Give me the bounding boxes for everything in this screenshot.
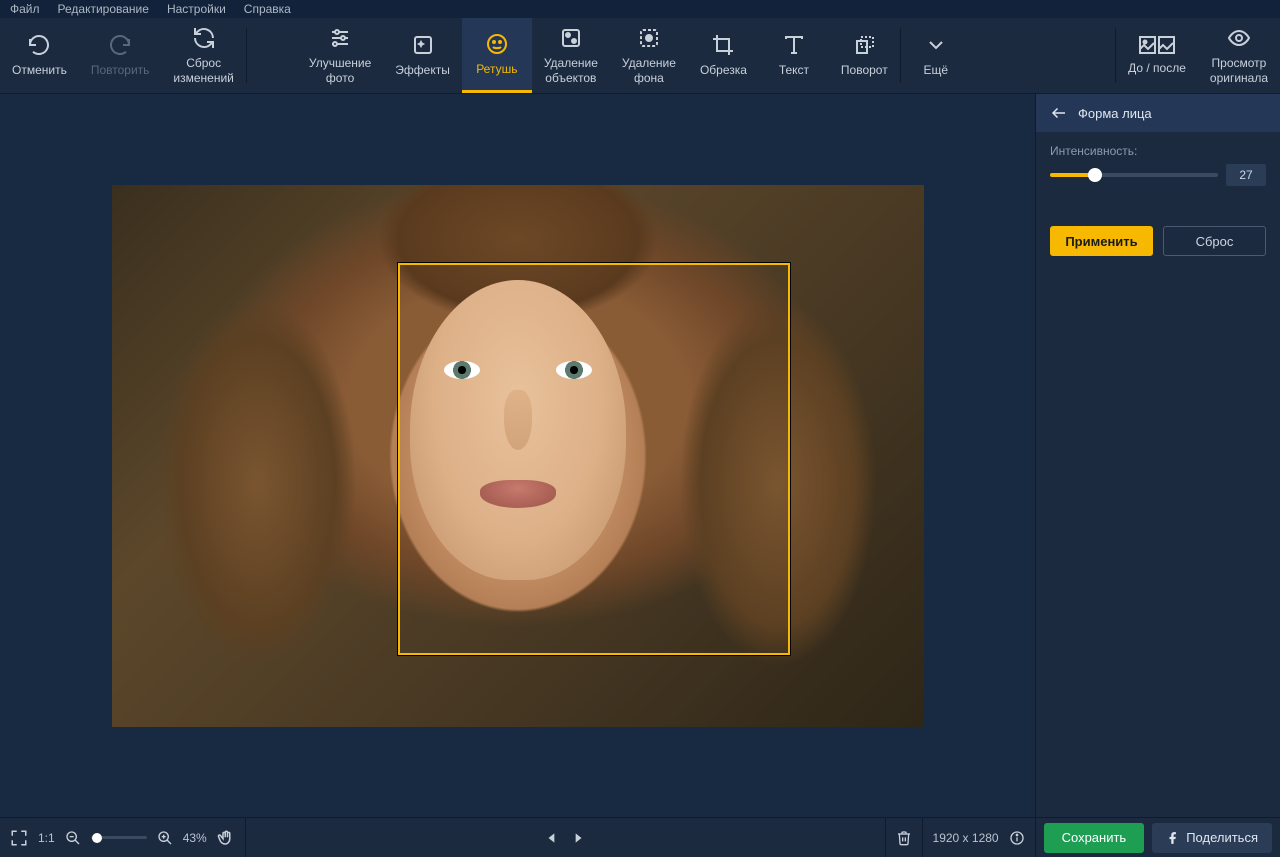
retouch-button[interactable]: Ретушь [462, 18, 532, 93]
image-dimensions: 1920 x 1280 [933, 831, 999, 845]
eye-icon [1227, 26, 1251, 50]
remove-objects-label: Удаление объектов [544, 56, 598, 85]
workspace: Форма лица Интенсивность: 27 Применить С… [0, 94, 1280, 817]
compare-icon [1139, 35, 1175, 55]
facebook-icon [1166, 831, 1180, 845]
back-arrow-icon[interactable] [1050, 104, 1068, 122]
apply-button[interactable]: Применить [1050, 226, 1153, 256]
zoom-in-icon [157, 830, 173, 846]
main-toolbar: Отменить Повторить Сброс изменений Улучш… [0, 18, 1280, 94]
text-icon [782, 33, 806, 57]
menu-file[interactable]: Файл [10, 2, 40, 16]
side-panel: Форма лица Интенсивность: 27 Применить С… [1035, 94, 1280, 817]
intensity-value[interactable]: 27 [1226, 164, 1266, 186]
crop-button[interactable]: Обрезка [688, 18, 759, 93]
remove-objects-button[interactable]: Удаление объектов [532, 18, 610, 93]
photo-preview [112, 185, 924, 727]
share-label: Поделиться [1186, 830, 1258, 845]
prev-image-button[interactable] [545, 831, 559, 845]
menu-settings[interactable]: Настройки [167, 2, 226, 16]
text-label: Текст [779, 63, 809, 77]
pan-hand-icon [217, 829, 235, 847]
zoom-in-button[interactable] [157, 830, 173, 846]
zoom-out-icon [65, 830, 81, 846]
rotate-icon [852, 33, 876, 57]
next-image-button[interactable] [571, 831, 585, 845]
panel-header[interactable]: Форма лица [1036, 94, 1280, 132]
pan-button[interactable] [217, 829, 235, 847]
erase-objects-icon [559, 26, 583, 50]
rotate-label: Поворот [841, 63, 888, 77]
status-bar: 1:1 43% 1920 x 1280 Сохранить [0, 817, 1280, 857]
fullscreen-button[interactable] [10, 829, 28, 847]
before-after-label: До / после [1128, 61, 1186, 75]
text-button[interactable]: Текст [759, 18, 829, 93]
menu-edit[interactable]: Редактирование [58, 2, 149, 16]
crop-label: Обрезка [700, 63, 747, 77]
panel-title: Форма лица [1078, 106, 1152, 121]
rotate-button[interactable]: Поворот [829, 18, 900, 93]
canvas-area[interactable] [0, 94, 1035, 817]
zoom-slider-thumb[interactable] [92, 833, 102, 843]
more-label: Ещё [923, 63, 948, 77]
reset-label: Сброс изменений [173, 56, 233, 85]
view-original-label: Просмотр оригинала [1210, 56, 1268, 85]
sparkle-icon [411, 33, 435, 57]
enhance-label: Улучшение фото [309, 56, 371, 85]
info-icon [1009, 830, 1025, 846]
reset-icon [192, 26, 216, 50]
erase-bg-icon [637, 26, 661, 50]
info-button[interactable] [1009, 830, 1025, 846]
intensity-slider-thumb[interactable] [1088, 168, 1102, 182]
enhance-button[interactable]: Улучшение фото [297, 18, 383, 93]
sliders-icon [328, 26, 352, 50]
reset-changes-button[interactable]: Сброс изменений [161, 18, 245, 93]
ratio-label[interactable]: 1:1 [38, 831, 55, 845]
remove-bg-label: Удаление фона [622, 56, 676, 85]
triangle-right-icon [571, 831, 585, 845]
zoom-slider[interactable] [91, 836, 147, 839]
panel-reset-button[interactable]: Сброс [1163, 226, 1266, 256]
chevron-down-icon [924, 33, 948, 57]
retouch-label: Ретушь [476, 62, 517, 76]
undo-button[interactable]: Отменить [0, 18, 79, 93]
menu-help[interactable]: Справка [244, 2, 291, 16]
view-original-button[interactable]: Просмотр оригинала [1198, 18, 1280, 93]
zoom-percent: 43% [183, 831, 207, 845]
more-button[interactable]: Ещё [901, 18, 971, 93]
face-icon [485, 32, 509, 56]
effects-label: Эффекты [395, 63, 450, 77]
effects-button[interactable]: Эффекты [383, 18, 462, 93]
crop-icon [711, 33, 735, 57]
save-button[interactable]: Сохранить [1044, 823, 1145, 853]
intensity-label: Интенсивность: [1050, 144, 1266, 158]
share-button[interactable]: Поделиться [1152, 823, 1272, 853]
zoom-out-button[interactable] [65, 830, 81, 846]
triangle-left-icon [545, 831, 559, 845]
menu-bar: Файл Редактирование Настройки Справка [0, 0, 1280, 18]
undo-icon [27, 33, 51, 57]
trash-icon [896, 830, 912, 846]
before-after-button[interactable]: До / после [1116, 18, 1198, 93]
delete-button[interactable] [896, 830, 912, 846]
intensity-slider[interactable] [1050, 173, 1218, 177]
redo-button[interactable]: Повторить [79, 18, 162, 93]
remove-bg-button[interactable]: Удаление фона [610, 18, 688, 93]
fullscreen-icon [10, 829, 28, 847]
redo-label: Повторить [91, 63, 150, 77]
redo-icon [108, 33, 132, 57]
undo-label: Отменить [12, 63, 67, 77]
